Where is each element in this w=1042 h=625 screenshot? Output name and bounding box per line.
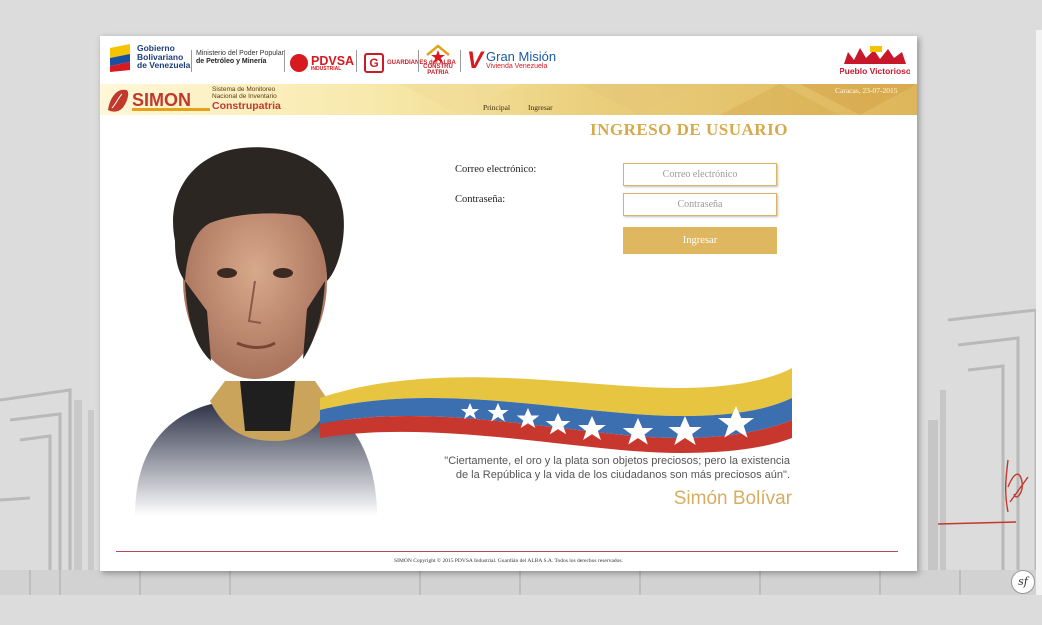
venezuela-flag-ribbon bbox=[320, 368, 792, 453]
gmvv-title: Gran Misión bbox=[486, 49, 557, 64]
gobierno-logo: Gobierno Bolivariano de Venezuela bbox=[108, 42, 190, 72]
background-bottom-strip bbox=[0, 570, 1042, 595]
password-field[interactable] bbox=[623, 193, 777, 216]
house-star-icon bbox=[426, 44, 450, 63]
background-building-left bbox=[0, 388, 94, 595]
simon-logo: SIMON bbox=[108, 89, 210, 112]
header-logos: Gobierno Bolivariano de Venezuela Minist… bbox=[100, 36, 917, 84]
footer-copyright: SIMON Copyright © 2015 PDVSA Industrial.… bbox=[394, 558, 623, 564]
logo-divider bbox=[191, 50, 192, 72]
signature-decoration bbox=[937, 459, 1029, 525]
nav-link-ingresar[interactable]: Ingresar bbox=[528, 103, 553, 112]
gobierno-line-3: de Venezuela bbox=[137, 60, 191, 71]
ministerio-line-1: Ministerio del Poder Popular bbox=[196, 50, 284, 57]
simon-subtitle: Sistema de Monitoreo Nacional de Inventa… bbox=[212, 86, 281, 113]
gran-mision-logo: V Gran Misión Vivienda Venezuela bbox=[467, 47, 557, 74]
quote-line-2: de la República y la vida de los ciudada… bbox=[455, 469, 790, 481]
logo-divider bbox=[418, 50, 419, 72]
scroll-edge bbox=[1036, 30, 1042, 595]
password-label: Contraseña: bbox=[455, 194, 506, 205]
gmvv-v-icon: V bbox=[467, 47, 484, 74]
top-banner: SIMON Sistema de Monitoreo Nacional de I… bbox=[100, 84, 917, 115]
construpatria-label: Construpatria bbox=[212, 100, 281, 112]
patria-label: CONSTRU PATRIA bbox=[423, 64, 453, 76]
login-button[interactable]: Ingresar bbox=[623, 227, 777, 254]
logo-divider bbox=[284, 50, 285, 72]
page-title: INGRESO DE USUARIO bbox=[590, 120, 788, 139]
logo-divider bbox=[356, 50, 357, 72]
quote-author: Simón Bolívar bbox=[673, 488, 792, 509]
nav-link-principal[interactable]: Principal bbox=[483, 103, 510, 112]
pdvsa-logo: PDVSA INDUSTRIAL bbox=[290, 54, 354, 72]
ministerio-logo: Ministerio del Poder Popular de Petróleo… bbox=[196, 50, 284, 66]
pueblo-label: Pueblo Victorioso bbox=[840, 66, 910, 76]
pdvsa-sun-icon bbox=[290, 54, 308, 72]
main-panel: Gobierno Bolivariano de Venezuela Minist… bbox=[100, 36, 917, 571]
construpatria-logo: CONSTRU PATRIA bbox=[423, 44, 453, 76]
pueblo-victorioso-logo: Pueblo Victorioso bbox=[840, 46, 910, 76]
symfony-toolbar-icon[interactable]: sf bbox=[1011, 570, 1035, 594]
venezuela-flag-icon bbox=[110, 44, 130, 72]
current-date: Caracas, 23-07-2015 bbox=[835, 86, 898, 95]
footer-divider bbox=[116, 551, 898, 552]
quote-line-1: "Ciertamente, el oro y la plata son obje… bbox=[444, 455, 790, 467]
guardianes-g-icon: G bbox=[364, 53, 384, 73]
logo-divider bbox=[460, 50, 461, 72]
email-field[interactable] bbox=[623, 163, 777, 186]
ministerio-line-2: de Petróleo y Minería bbox=[196, 58, 267, 65]
simon-logo-text: SIMON bbox=[132, 90, 191, 110]
email-label: Correo electrónico: bbox=[455, 164, 537, 175]
simon-bolivar-portrait bbox=[135, 147, 377, 516]
quote-text: "Ciertamente, el oro y la plata son obje… bbox=[400, 454, 790, 482]
gmvv-sub: Vivienda Venezuela bbox=[486, 63, 548, 70]
